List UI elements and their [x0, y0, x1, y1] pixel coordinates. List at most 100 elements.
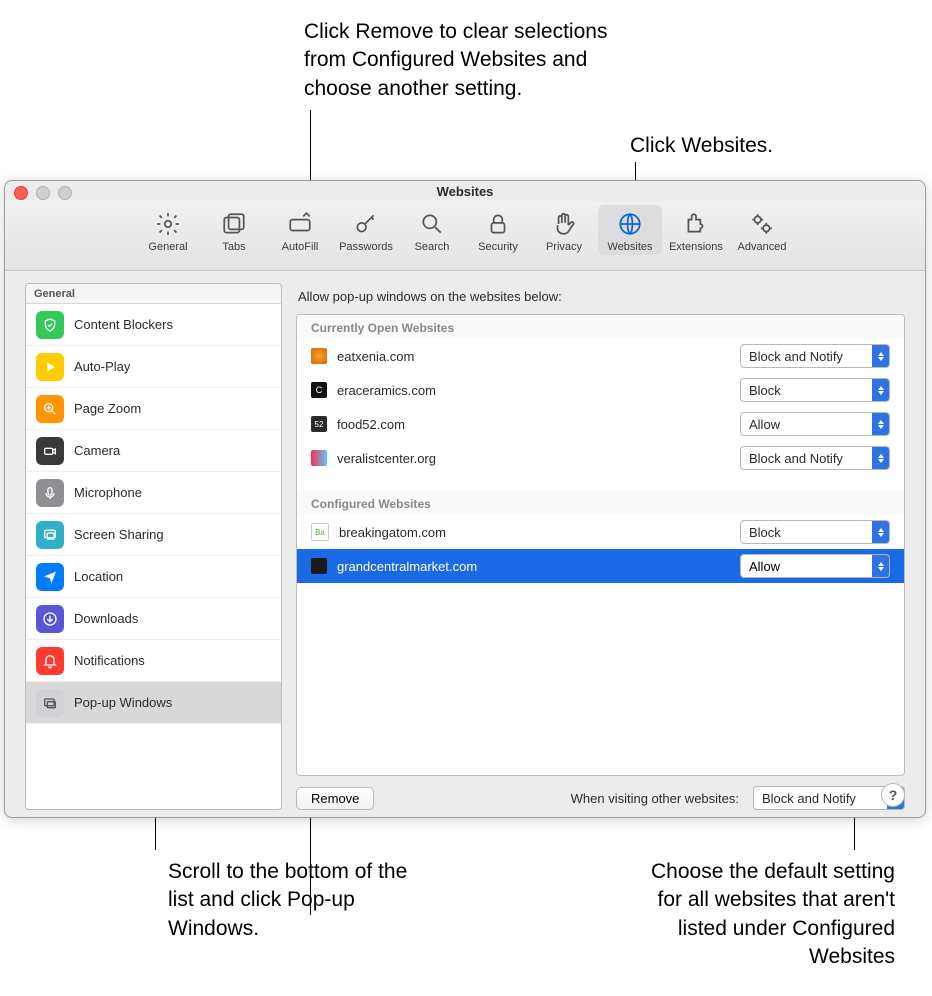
section-header-configured: Configured Websites [297, 491, 904, 515]
bell-icon [36, 647, 64, 675]
sidebar-item-microphone[interactable]: Microphone [26, 472, 281, 514]
tab-websites[interactable]: Websites [598, 205, 662, 255]
favicon: Ba [311, 523, 329, 541]
permission-select[interactable]: Allow [740, 412, 890, 436]
callout-default: Choose the default setting for all websi… [635, 858, 895, 971]
tab-label: General [148, 241, 187, 253]
tab-search[interactable]: Search [400, 205, 464, 255]
sidebar-item-location[interactable]: Location [26, 556, 281, 598]
play-icon [36, 353, 64, 381]
window-title: Websites [5, 184, 925, 199]
sidebar-item-label: Camera [74, 443, 120, 458]
website-row[interactable]: eatxenia.com Block and Notify [297, 339, 904, 373]
sidebar-item-label: Auto-Play [74, 359, 130, 374]
tab-autofill[interactable]: AutoFill [268, 205, 332, 255]
sidebar-section-header: General [26, 284, 281, 304]
zoom-icon [36, 395, 64, 423]
website-row[interactable]: grandcentralmarket.com Allow [297, 549, 904, 583]
sidebar: General Content Blockers Auto-Play Page … [25, 283, 282, 810]
chevron-updown-icon [872, 521, 889, 543]
sidebar-item-label: Microphone [74, 485, 142, 500]
tab-label: Privacy [546, 241, 582, 253]
preferences-window: Websites General Tabs AutoFill Passwords… [4, 180, 926, 818]
sidebar-item-label: Downloads [74, 611, 138, 626]
sidebar-item-auto-play[interactable]: Auto-Play [26, 346, 281, 388]
other-websites-label: When visiting other websites: [571, 791, 739, 806]
tab-passwords[interactable]: Passwords [334, 205, 398, 255]
sidebar-item-popup-windows[interactable]: Pop-up Windows [26, 682, 281, 724]
website-row[interactable]: Ba breakingatom.com Block [297, 515, 904, 549]
remove-button[interactable]: Remove [296, 787, 374, 810]
callout-websites: Click Websites. [630, 132, 850, 160]
website-domain: breakingatom.com [339, 525, 740, 540]
favicon [311, 558, 327, 574]
gear-icon [153, 209, 183, 239]
settings-panel: Allow pop-up windows on the websites bel… [296, 283, 905, 810]
puzzle-icon [681, 209, 711, 239]
tab-label: Passwords [339, 241, 393, 253]
website-row[interactable]: C eraceramics.com Block [297, 373, 904, 407]
website-row[interactable]: veralistcenter.org Block and Notify [297, 441, 904, 475]
sidebar-item-screen-sharing[interactable]: Screen Sharing [26, 514, 281, 556]
tab-security[interactable]: Security [466, 205, 530, 255]
favicon [311, 348, 327, 364]
mic-icon [36, 479, 64, 507]
permission-select[interactable]: Block [740, 520, 890, 544]
sidebar-item-downloads[interactable]: Downloads [26, 598, 281, 640]
tabs-icon [219, 209, 249, 239]
chevron-updown-icon [872, 413, 889, 435]
website-domain: eatxenia.com [337, 349, 740, 364]
tab-label: Security [478, 241, 518, 253]
tab-label: AutoFill [282, 241, 319, 253]
website-domain: food52.com [337, 417, 740, 432]
website-domain: eraceramics.com [337, 383, 740, 398]
screen-icon [36, 521, 64, 549]
callout-popup: Scroll to the bottom of the list and cli… [168, 858, 428, 943]
tab-advanced[interactable]: Advanced [730, 205, 794, 255]
favicon: C [311, 382, 327, 398]
tab-label: Advanced [738, 241, 787, 253]
chevron-updown-icon [872, 555, 889, 577]
sidebar-item-label: Content Blockers [74, 317, 173, 332]
website-row[interactable]: 52 food52.com Allow [297, 407, 904, 441]
tab-label: Tabs [222, 241, 245, 253]
titlebar: Websites [5, 181, 925, 201]
shield-icon [36, 311, 64, 339]
tab-privacy[interactable]: Privacy [532, 205, 596, 255]
tab-tabs[interactable]: Tabs [202, 205, 266, 255]
permission-select[interactable]: Block and Notify [740, 344, 890, 368]
globe-icon [615, 209, 645, 239]
gears-icon [747, 209, 777, 239]
popup-icon [36, 689, 64, 717]
sidebar-item-content-blockers[interactable]: Content Blockers [26, 304, 281, 346]
hand-icon [549, 209, 579, 239]
location-icon [36, 563, 64, 591]
chevron-updown-icon [872, 345, 889, 367]
permission-select[interactable]: Block and Notify [740, 446, 890, 470]
download-icon [36, 605, 64, 633]
sidebar-item-page-zoom[interactable]: Page Zoom [26, 388, 281, 430]
key-icon [351, 209, 381, 239]
preferences-toolbar: General Tabs AutoFill Passwords Search S… [5, 201, 925, 271]
tab-label: Websites [607, 241, 652, 253]
sidebar-item-camera[interactable]: Camera [26, 430, 281, 472]
callout-remove: Click Remove to clear selections from Co… [304, 18, 644, 103]
tab-general[interactable]: General [136, 205, 200, 255]
website-domain: veralistcenter.org [337, 451, 740, 466]
sidebar-item-label: Pop-up Windows [74, 695, 172, 710]
website-list: Currently Open Websites eatxenia.com Blo… [296, 314, 905, 776]
sidebar-item-label: Page Zoom [74, 401, 141, 416]
sidebar-item-label: Screen Sharing [74, 527, 164, 542]
sidebar-item-notifications[interactable]: Notifications [26, 640, 281, 682]
section-header-open: Currently Open Websites [297, 315, 904, 339]
tab-label: Extensions [669, 241, 723, 253]
tab-label: Search [415, 241, 450, 253]
permission-select[interactable]: Block [740, 378, 890, 402]
tab-extensions[interactable]: Extensions [664, 205, 728, 255]
help-button[interactable]: ? [881, 783, 905, 807]
permission-select[interactable]: Allow [740, 554, 890, 578]
lock-icon [483, 209, 513, 239]
chevron-updown-icon [872, 379, 889, 401]
favicon: 52 [311, 416, 327, 432]
sidebar-item-label: Location [74, 569, 123, 584]
